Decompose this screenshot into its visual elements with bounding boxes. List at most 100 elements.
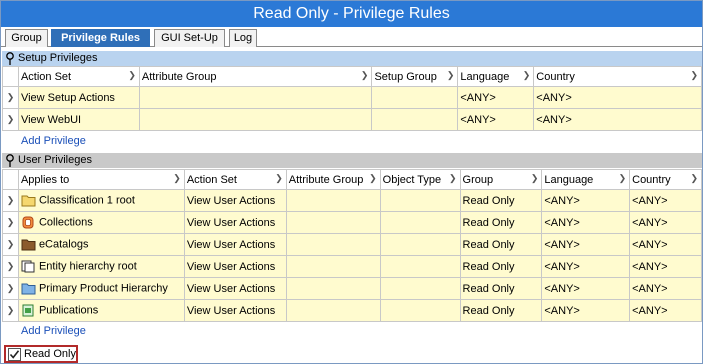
column-header[interactable]: Attribute Group ❯ [285,169,381,190]
country-cell[interactable]: <ANY> [629,255,702,278]
table-row[interactable]: ❯ Classification 1 root View User Action… [2,189,702,212]
table-row[interactable]: ❯ Collections View User Actions Read Onl… [2,211,702,234]
country-cell[interactable]: <ANY> [629,277,702,300]
country-cell[interactable]: <ANY> [629,299,702,322]
action-set-cell[interactable]: View User Actions [183,233,287,256]
action-set-cell[interactable]: View User Actions [183,211,287,234]
group-cell[interactable]: Read Only [459,299,543,322]
group-cell[interactable]: Read Only [459,255,543,278]
attribute-group-cell[interactable] [285,233,381,256]
tab-privilege-rules[interactable]: Privilege Rules [51,29,150,47]
tab-log[interactable]: Log [229,29,257,47]
column-header[interactable]: Group ❯ [459,169,543,190]
attribute-group-cell[interactable] [285,277,381,300]
country-cell[interactable]: <ANY> [629,189,702,212]
chevron-right-icon[interactable]: ❯ [690,70,698,81]
applies-to-cell[interactable]: Collections [17,211,185,234]
chevron-right-icon[interactable]: ❯ [523,70,531,81]
row-selector-icon[interactable]: ❯ [2,86,19,109]
country-cell[interactable]: <ANY> [533,108,702,131]
row-selector-icon[interactable]: ❯ [2,299,19,322]
chevron-right-icon[interactable]: ❯ [531,173,539,184]
language-cell[interactable]: <ANY> [541,255,631,278]
column-header[interactable]: Country ❯ [533,66,702,87]
object-type-cell[interactable] [379,211,461,234]
column-header[interactable]: Action Set ❯ [17,66,140,87]
row-selector-icon[interactable]: ❯ [2,233,19,256]
language-cell[interactable]: <ANY> [457,86,535,109]
chevron-right-icon[interactable]: ❯ [690,173,698,184]
table-row[interactable]: ❯ View Setup Actions <ANY> <ANY> [2,86,702,109]
attribute-group-cell[interactable] [138,108,373,131]
table-row[interactable]: ❯ eCatalogs View User Actions Read Only … [2,233,702,256]
action-set-cell[interactable]: View User Actions [183,255,287,278]
object-type-cell[interactable] [379,299,461,322]
column-header[interactable]: Language ❯ [541,169,631,190]
table-row[interactable]: ❯ View WebUI <ANY> <ANY> [2,108,702,131]
row-selector-icon[interactable]: ❯ [2,211,19,234]
language-cell[interactable]: <ANY> [541,277,631,300]
applies-to-cell[interactable]: Publications [17,299,185,322]
group-cell[interactable]: Read Only [459,277,543,300]
language-cell[interactable]: <ANY> [541,211,631,234]
object-type-cell[interactable] [379,255,461,278]
chevron-right-icon[interactable]: ❯ [447,70,455,81]
applies-to-cell[interactable]: eCatalogs [17,233,185,256]
column-header[interactable]: Attribute Group ❯ [138,66,373,87]
row-selector-icon[interactable]: ❯ [2,277,19,300]
pin-icon[interactable] [4,153,16,168]
language-cell[interactable]: <ANY> [457,108,535,131]
language-cell[interactable]: <ANY> [541,233,631,256]
chevron-right-icon[interactable]: ❯ [619,173,627,184]
chevron-right-icon[interactable]: ❯ [369,173,377,184]
language-cell[interactable]: <ANY> [541,299,631,322]
attribute-group-cell[interactable] [285,255,381,278]
action-set-cell[interactable]: View WebUI [17,108,140,131]
row-selector-icon[interactable]: ❯ [2,189,19,212]
group-cell[interactable]: Read Only [459,211,543,234]
column-header[interactable]: Language ❯ [457,66,535,87]
object-type-cell[interactable] [379,277,461,300]
tab-gui-set-up[interactable]: GUI Set-Up [154,29,225,47]
add-user-privilege-link[interactable]: Add Privilege [21,325,86,337]
applies-to-cell[interactable]: Entity hierarchy root [17,255,185,278]
object-type-cell[interactable] [379,189,461,212]
row-selector-icon[interactable]: ❯ [2,255,19,278]
applies-to-cell[interactable]: Classification 1 root [17,189,185,212]
action-set-cell[interactable]: View User Actions [183,277,287,300]
attribute-group-cell[interactable] [285,189,381,212]
attribute-group-cell[interactable] [285,299,381,322]
checkbox-box[interactable] [8,348,21,361]
chevron-right-icon[interactable]: ❯ [173,173,181,184]
attribute-group-cell[interactable] [285,211,381,234]
chevron-right-icon[interactable]: ❯ [361,70,369,81]
column-header[interactable]: Applies to ❯ [17,169,185,190]
table-row[interactable]: ❯ Entity hierarchy root View User Action… [2,255,702,278]
setup-group-cell[interactable] [371,86,459,109]
add-setup-privilege-link[interactable]: Add Privilege [21,135,86,147]
country-cell[interactable]: <ANY> [629,233,702,256]
group-cell[interactable]: Read Only [459,189,543,212]
action-set-cell[interactable]: View User Actions [183,299,287,322]
action-set-cell[interactable]: View User Actions [183,189,287,212]
object-type-cell[interactable] [379,233,461,256]
table-row[interactable]: ❯ Primary Product Hierarchy View User Ac… [2,277,702,300]
attribute-group-cell[interactable] [138,86,373,109]
row-selector-icon[interactable]: ❯ [2,108,19,131]
group-cell[interactable]: Read Only [459,233,543,256]
language-cell[interactable]: <ANY> [541,189,631,212]
column-header[interactable]: Setup Group ❯ [371,66,459,87]
country-cell[interactable]: <ANY> [629,211,702,234]
chevron-right-icon[interactable]: ❯ [449,173,457,184]
column-header[interactable]: Object Type ❯ [379,169,461,190]
setup-group-cell[interactable] [371,108,459,131]
chevron-right-icon[interactable]: ❯ [128,70,136,81]
action-set-cell[interactable]: View Setup Actions [17,86,140,109]
column-header[interactable]: Action Set ❯ [183,169,287,190]
column-header[interactable]: Country ❯ [629,169,702,190]
chevron-right-icon[interactable]: ❯ [275,173,283,184]
tab-group[interactable]: Group [5,29,48,47]
country-cell[interactable]: <ANY> [533,86,702,109]
pin-icon[interactable] [4,51,16,66]
read-only-checkbox[interactable]: Read Only [4,345,78,363]
